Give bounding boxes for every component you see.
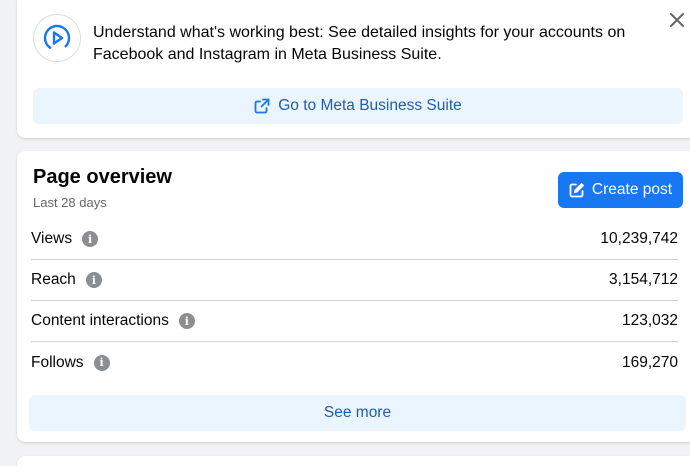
metric-row-follows: Follows i 169,270 bbox=[31, 342, 678, 383]
metric-label: Follows bbox=[31, 353, 84, 371]
create-post-button[interactable]: Create post bbox=[558, 172, 683, 208]
close-icon[interactable] bbox=[667, 10, 687, 30]
date-range-label: Last 28 days bbox=[33, 195, 107, 210]
info-icon[interactable]: i bbox=[82, 231, 99, 247]
info-icon[interactable]: i bbox=[93, 354, 110, 371]
metric-value: 169,270 bbox=[621, 353, 678, 371]
page-overview-card: Page overview Last 28 days Create post V… bbox=[17, 151, 690, 442]
go-to-meta-business-suite-label: Go to Meta Business Suite bbox=[278, 97, 462, 114]
info-icon[interactable]: i bbox=[85, 272, 102, 288]
metric-row-reach: Reach i 3,154,712 bbox=[31, 260, 678, 301]
metric-value: 3,154,712 bbox=[609, 271, 678, 288]
external-link-icon bbox=[254, 98, 270, 114]
metric-label: Views bbox=[31, 230, 73, 247]
metric-value: 10,239,742 bbox=[600, 230, 678, 247]
see-more-button[interactable]: See more bbox=[29, 395, 686, 431]
next-card bbox=[17, 456, 690, 466]
edit-icon bbox=[569, 183, 584, 198]
metric-row-views: Views i 10,239,742 bbox=[31, 219, 678, 260]
metric-value: 123,032 bbox=[621, 312, 678, 329]
metric-row-content-interactions: Content interactions i 123,032 bbox=[31, 301, 678, 342]
meta-business-suite-promo-card: Understand what's working best: See deta… bbox=[17, 0, 690, 138]
promo-text: Understand what's working best: See deta… bbox=[93, 24, 626, 63]
meta-business-suite-icon bbox=[33, 14, 81, 62]
metric-label: Reach bbox=[31, 271, 76, 288]
page-overview-title: Page overview bbox=[33, 166, 172, 188]
info-icon[interactable]: i bbox=[178, 313, 195, 329]
create-post-label: Create post bbox=[591, 181, 673, 198]
metric-label: Content interactions bbox=[31, 312, 169, 329]
go-to-meta-business-suite-button[interactable]: Go to Meta Business Suite bbox=[33, 88, 683, 124]
